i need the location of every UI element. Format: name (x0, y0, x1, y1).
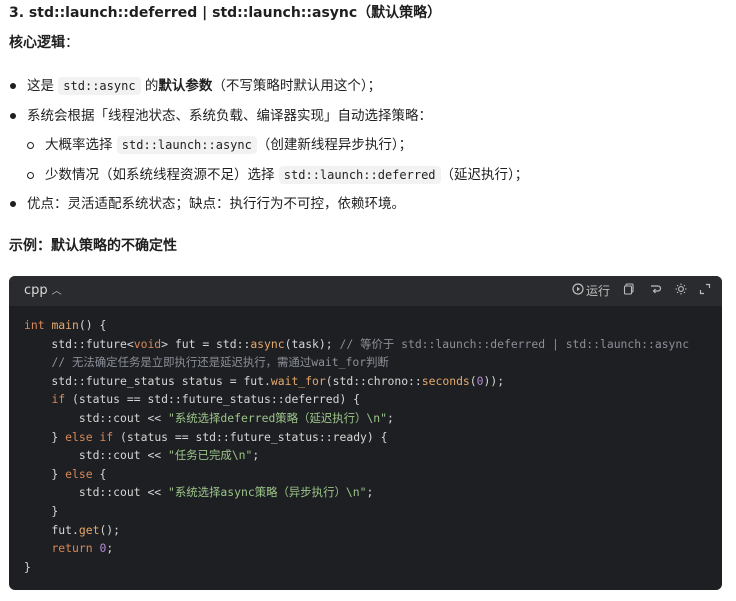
bold-text: 默认参数 (158, 78, 213, 94)
bullet-circle-icon (27, 171, 34, 179)
run-button[interactable]: 运行 (586, 282, 610, 299)
code-line: std::future<void> fut = std::async(task)… (24, 336, 690, 351)
code-line: std::cout << "系统选择async策略（异步执行）\n"; (24, 485, 374, 500)
list-item-text: 大概率选择 std::launch::async （创建新线程异步执行）； (45, 135, 412, 155)
code-line: // 无法确定任务是立即执行还是延迟执行，需通过wait_for判断 (51, 355, 389, 370)
bullet-dot-icon (10, 201, 16, 207)
code-line: std::future_status status = fut.wait_for… (24, 373, 505, 388)
list-item-text: 这是 std::async 的默认参数（不写策略时默认用这个）； (27, 76, 381, 96)
wrap-icon[interactable] (649, 283, 662, 295)
text-fragment: 少数情况（如系统线程资源不足）选择 (45, 167, 279, 183)
language-label: cpp (24, 283, 48, 298)
text-fragment: 的 (140, 78, 159, 94)
code-line: } (24, 503, 59, 518)
text-fragment: （创建新线程异步执行）； (256, 137, 413, 153)
copy-icon[interactable] (623, 283, 635, 295)
section-heading: 3. std::launch::deferred | std::launch::… (9, 5, 442, 21)
code-line: fut.get(); (24, 522, 121, 537)
language-selector[interactable]: cpp ︿ (24, 282, 62, 298)
core-logic-label: 核心逻辑： (9, 33, 79, 53)
bullet-dot-icon (10, 113, 16, 119)
code-line: return 0; (51, 541, 114, 556)
code-line: if (status == std::future_status::deferr… (51, 392, 361, 407)
inline-code: std::async (58, 77, 141, 95)
code-content: int main() { std::future<void> fut = std… (24, 316, 689, 576)
code-line: int main() { (24, 318, 107, 332)
code-line: } else { (24, 466, 107, 481)
code-line: std::cout << "任务已完成\n"; (24, 448, 260, 463)
chevron-up-icon: ︿ (51, 286, 62, 297)
text-fragment: （不写策略时默认用这个）； (212, 78, 382, 94)
play-icon[interactable] (572, 283, 584, 295)
bullet-dot-icon (10, 83, 16, 89)
list-item-text: 优点：灵活适配系统状态；缺点：执行行为不可控，依赖环境。 (27, 196, 405, 212)
code-line: } (24, 559, 31, 574)
core-logic-text: 核心逻辑 (9, 35, 65, 51)
inline-code: std::launch::async (116, 136, 257, 154)
text-fragment: 大概率选择 (45, 137, 117, 153)
code-line: } else if (status == std::future_status:… (24, 429, 388, 444)
code-block: cpp ︿ 运行 int main() { std::future<void> f… (9, 276, 722, 590)
expand-icon[interactable] (699, 283, 711, 295)
list-item-text: 少数情况（如系统线程资源不足）选择 std::launch::deferred （… (45, 165, 528, 185)
bullet-circle-icon (27, 141, 34, 149)
code-line: std::cout << "系统选择deferred策略（延迟执行）\n"; (24, 410, 394, 425)
code-block-header: cpp ︿ 运行 (9, 276, 722, 306)
theme-icon[interactable] (675, 283, 687, 295)
inline-code: std::launch::deferred (278, 166, 441, 184)
core-logic-colon: ： (65, 35, 79, 51)
text-fragment: （延迟执行）； (440, 167, 529, 183)
example-heading: 示例：默认策略的不确定性 (9, 238, 177, 254)
text-fragment: 这是 (27, 78, 59, 94)
list-item-text: 系统会根据「线程池状态、系统负载、编译器实现」自动选择策略： (27, 108, 432, 124)
